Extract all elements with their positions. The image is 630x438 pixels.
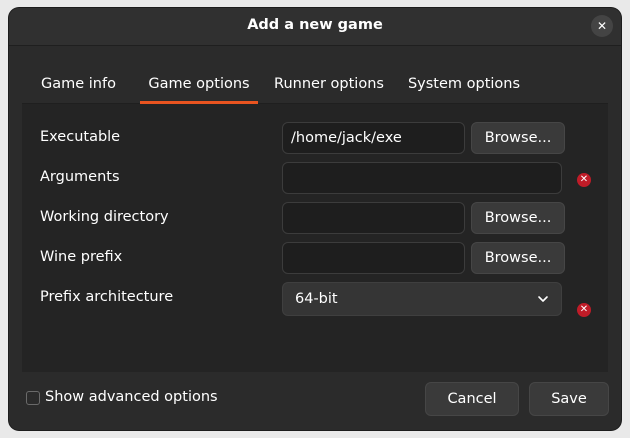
arguments-input[interactable] — [282, 162, 562, 194]
close-icon: ✕ — [596, 19, 608, 33]
tab-label: Game options — [148, 76, 250, 92]
clear-icon[interactable]: ✕ — [577, 173, 591, 187]
working-directory-input[interactable] — [282, 202, 465, 234]
save-button[interactable]: Save — [529, 382, 609, 416]
tab-runner-options[interactable]: Runner options — [268, 64, 390, 103]
chevron-down-icon — [538, 296, 548, 302]
prefix-architecture-value: 64-bit — [295, 291, 338, 307]
tab-label: Game info — [41, 76, 116, 92]
working-directory-browse-button[interactable]: Browse... — [471, 202, 565, 234]
prefix-architecture-select[interactable]: 64-bit — [282, 282, 562, 316]
close-button[interactable]: ✕ — [591, 15, 613, 37]
tab-label: System options — [407, 76, 521, 92]
cancel-button[interactable]: Cancel — [425, 382, 519, 416]
wine-prefix-browse-button[interactable]: Browse... — [471, 242, 565, 274]
executable-label: Executable — [40, 129, 121, 145]
executable-input[interactable] — [282, 122, 465, 154]
tab-system-options[interactable]: System options — [401, 64, 527, 103]
dialog-title: Add a new game — [247, 17, 383, 33]
show-advanced-label: Show advanced options — [45, 389, 218, 405]
clear-icon[interactable]: ✕ — [577, 303, 591, 317]
working-directory-label: Working directory — [40, 209, 169, 225]
wine-prefix-input[interactable] — [282, 242, 465, 274]
tab-game-info[interactable]: Game info — [28, 64, 129, 103]
tab-game-options[interactable]: Game options — [140, 64, 258, 104]
tab-bar: Game info Game options Runner options Sy… — [22, 64, 608, 104]
titlebar: Add a new game ✕ — [9, 8, 621, 46]
game-options-panel: Executable Browse... Arguments ✕ Working… — [22, 104, 608, 372]
executable-browse-button[interactable]: Browse... — [471, 122, 565, 154]
show-advanced-checkbox[interactable] — [26, 391, 40, 405]
prefix-architecture-label: Prefix architecture — [40, 289, 174, 305]
wine-prefix-label: Wine prefix — [40, 249, 123, 265]
arguments-label: Arguments — [40, 169, 120, 185]
tab-label: Runner options — [274, 76, 384, 92]
add-game-dialog: Add a new game ✕ Game info Game options … — [9, 8, 621, 430]
